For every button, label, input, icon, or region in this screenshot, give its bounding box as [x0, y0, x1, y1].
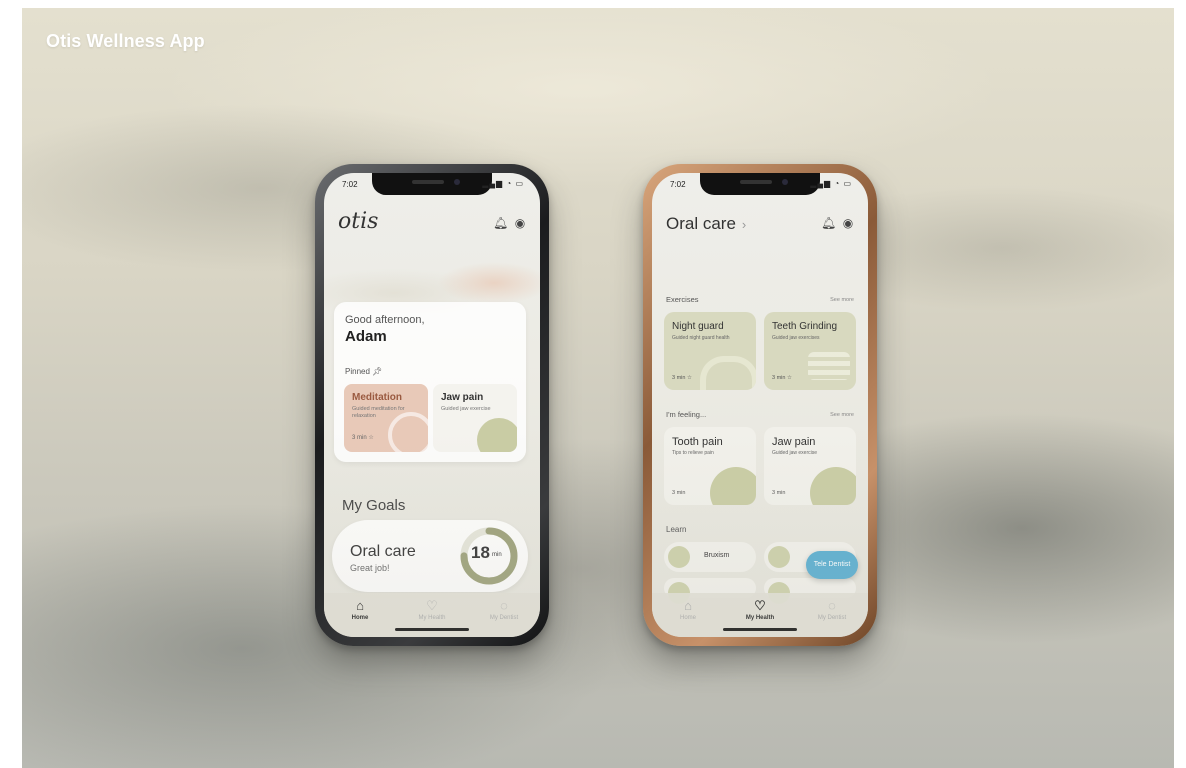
card-subtitle: Guided meditation for relaxation [352, 406, 405, 419]
goals-heading: My Goals [342, 497, 406, 514]
tab-my-dentist[interactable]: ◌ My Dentist [474, 598, 534, 622]
bell-icon[interactable]: 🔔︎ [493, 217, 508, 229]
header-actions: 🔔︎ ◉ [821, 217, 854, 229]
chevron-right-icon: › [741, 217, 747, 232]
feeling-heading: I'm feeling... [666, 410, 707, 419]
status-time: 7:02 [670, 180, 686, 189]
screen-title[interactable]: Oral care › [666, 214, 746, 234]
learn-item-bruxism[interactable]: Bruxism [664, 542, 756, 572]
page-title: Otis Wellness App [46, 31, 205, 51]
goal-subtitle: Great job! [350, 563, 390, 573]
card-duration: 3 min ☆ [772, 375, 792, 381]
card-subtitle: Guided jaw exercise [441, 406, 491, 412]
pinned-card-meditation[interactable]: Meditation Guided meditation for relaxat… [344, 384, 428, 452]
phone-oral-care: 7:02 ▂▄▆ ◔ ▭ Oral care › 🔔︎ ◉ Exercises S… [643, 164, 877, 646]
card-decoration [810, 467, 856, 505]
card-title: Meditation [352, 392, 402, 403]
learn-thumbnail [668, 546, 690, 568]
exercise-card-teeth-grinding[interactable]: Teeth Grinding Guided jaw exercises 3 mi… [764, 312, 856, 390]
card-duration: 3 min ☆ [352, 435, 374, 441]
card-decoration [710, 467, 756, 505]
see-more-feeling[interactable]: See more [830, 412, 854, 418]
tab-my-health[interactable]: ♡ My Health [402, 598, 462, 622]
bell-icon[interactable]: 🔔︎ [821, 217, 836, 229]
status-time: 7:02 [342, 180, 358, 189]
phone-notch [700, 173, 820, 195]
card-duration: 3 min [672, 490, 686, 496]
feeling-card-tooth-pain[interactable]: Tooth pain Tips to relieve pain 3 min [664, 427, 756, 505]
card-decoration [477, 418, 517, 452]
tooth-icon: ◌ [500, 598, 508, 613]
card-decoration [700, 356, 756, 390]
card-title: Tooth pain [672, 436, 723, 448]
card-duration: 3 min ☆ [672, 375, 692, 381]
goal-value: 18 [471, 543, 490, 562]
greeting-text: Good afternoon, [345, 314, 425, 326]
presentation-background: Otis Wellness App 7:02 ▂▄▆ ◔ ▭ otis 🔔︎ ◉… [22, 8, 1174, 768]
exercises-heading: Exercises [666, 295, 699, 304]
learn-label: Bruxism [704, 552, 730, 559]
phone-notch [372, 173, 492, 195]
goal-progress-ring: 18 min [458, 525, 520, 587]
status-icons: ▂▄▆ ◔ ▭ [482, 179, 524, 188]
tab-home[interactable]: ⌂ Home [658, 598, 718, 622]
goal-title: Oral care [350, 543, 416, 560]
header-actions: 🔔︎ ◉ [493, 217, 526, 229]
tab-home[interactable]: ⌂ Home [330, 598, 390, 622]
user-name: Adam [345, 328, 387, 345]
status-icons: ▂▄▆ ◔ ▭ [810, 179, 852, 188]
home-indicator [723, 628, 797, 631]
app-logo: otis [338, 209, 379, 234]
oral-care-screen: 7:02 ▂▄▆ ◔ ▭ Oral care › 🔔︎ ◉ Exercises S… [652, 173, 868, 637]
learn-thumbnail [768, 546, 790, 568]
tab-my-health[interactable]: ♡ My Health [730, 598, 790, 622]
card-subtitle: Guided night guard health [672, 335, 730, 341]
card-duration: 3 min [772, 490, 786, 496]
exercise-card-night-guard[interactable]: Night guard Guided night guard health 3 … [664, 312, 756, 390]
feeling-card-jaw-pain[interactable]: Jaw pain Guided jaw exercise 3 min [764, 427, 856, 505]
learn-heading: Learn [666, 525, 687, 534]
card-title: Night guard [672, 321, 724, 332]
card-title: Jaw pain [772, 436, 816, 448]
profile-icon[interactable]: ◉ [514, 217, 526, 229]
heart-icon: ♡ [426, 598, 438, 613]
card-title: Teeth Grinding [772, 321, 838, 332]
greeting-card: Good afternoon, Adam Pinned 📌︎ Meditatio… [334, 302, 526, 462]
pinned-label: Pinned 📌︎ [345, 367, 382, 376]
home-screen: 7:02 ▂▄▆ ◔ ▭ otis 🔔︎ ◉ Good afternoon, A… [324, 173, 540, 637]
pinned-text: Pinned [345, 367, 370, 376]
tab-my-dentist[interactable]: ◌ My Dentist [802, 598, 862, 622]
card-subtitle: Tips to relieve pain [672, 450, 714, 456]
card-subtitle: Guided jaw exercise [772, 450, 818, 456]
card-subtitle: Guided jaw exercises [772, 335, 820, 341]
see-more-exercises[interactable]: See more [830, 297, 854, 303]
home-icon: ⌂ [356, 598, 364, 613]
home-indicator [395, 628, 469, 631]
pinned-card-jaw-pain[interactable]: Jaw pain Guided jaw exercise [433, 384, 517, 452]
goal-unit: min [492, 552, 502, 558]
card-decoration [808, 352, 850, 380]
heart-icon: ♡ [754, 598, 766, 613]
goal-card-oral-care[interactable]: Oral care Great job! 18 min [332, 520, 528, 592]
profile-icon[interactable]: ◉ [842, 217, 854, 229]
home-icon: ⌂ [684, 598, 692, 613]
tele-dentist-button[interactable]: Tele Dentist [806, 551, 858, 579]
tooth-icon: ◌ [828, 598, 836, 613]
card-title: Jaw pain [441, 392, 484, 403]
pin-icon: 📌︎ [372, 367, 383, 376]
phone-home: 7:02 ▂▄▆ ◔ ▭ otis 🔔︎ ◉ Good afternoon, A… [315, 164, 549, 646]
